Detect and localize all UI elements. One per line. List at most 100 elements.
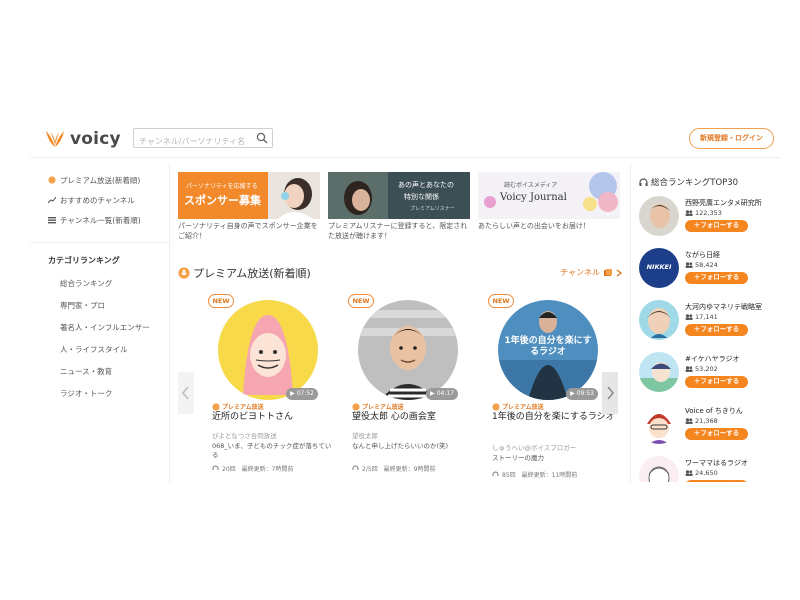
- headphones-icon: [492, 471, 499, 476]
- voicy-journal-banner-caption: あたらしい声との出会いをお届け！: [478, 222, 590, 230]
- ranking-avatar: [639, 456, 679, 482]
- follow-button[interactable]: ＋フォローする: [685, 376, 748, 388]
- program-meta: 2/5回 最終更新：9時間前: [352, 464, 435, 473]
- ranking-channel-name[interactable]: 大河内ゆマネリテ戦略室: [685, 302, 762, 312]
- premium-icon: [178, 267, 190, 279]
- premium-listener-line3: プレミアムリスナー: [410, 206, 455, 212]
- premium-tag: プレミアム放送: [212, 402, 264, 411]
- premium-tag: プレミアム放送: [492, 402, 544, 411]
- ranking-item[interactable]: Voice of ちきりん 21,368 ＋フォローする: [639, 404, 779, 452]
- program-thumbnail: [218, 300, 318, 400]
- duration-text: 04:17: [436, 390, 454, 397]
- premium-icon: [492, 402, 500, 411]
- channel-link[interactable]: チャンネル: [560, 267, 622, 278]
- carousel-prev-button[interactable]: [178, 372, 194, 414]
- users-icon: [685, 210, 693, 216]
- follow-button[interactable]: ＋フォローする: [685, 272, 748, 284]
- sponsor-banner[interactable]: パーソナリティを応援する スポンサー募集: [178, 172, 320, 219]
- premium-tag-label: プレミアム放送: [222, 404, 264, 411]
- program-author[interactable]: ぴよとなつさ合同放送: [212, 430, 277, 440]
- voicy-logo[interactable]: voicy: [44, 129, 121, 149]
- program-title[interactable]: 1年後の自分を楽にするラジオ: [492, 411, 616, 423]
- ranking-channel-name[interactable]: Voice of ちきりん: [685, 406, 743, 416]
- program-description: ストーリーの魔力: [492, 454, 544, 462]
- program-title[interactable]: 近所のピヨトトさん: [212, 411, 336, 423]
- follower-count-text: 53,202: [695, 365, 718, 373]
- follower-count-text: 17,141: [695, 313, 718, 321]
- nav-channel-list[interactable]: チャンネル一覧(新着順): [48, 212, 141, 228]
- list-icon: [48, 217, 56, 224]
- ranking-item[interactable]: 西野亮廣エンタメ研究所 122,353 ＋フォローする: [639, 196, 779, 244]
- program-thumbnail: 1年後の自分を楽にするラジオ: [498, 300, 598, 400]
- program-title[interactable]: 望役太郎 心の画会室: [352, 411, 476, 423]
- logo-text: voicy: [70, 129, 121, 149]
- nav-premium-label: プレミアム放送(新着順): [60, 175, 141, 185]
- program-meta: 20回 最終更新：7時間前: [212, 464, 293, 473]
- signup-login-button[interactable]: 新規登録・ログイン: [689, 128, 774, 149]
- follow-button[interactable]: ＋フォローする: [685, 324, 748, 336]
- ranking-heading-text: 総合ランキングTOP30: [651, 178, 739, 188]
- follower-count-text: 24,650: [695, 469, 718, 477]
- premium-listener-banner[interactable]: あの声とあなたの 特別な関係 プレミアムリスナー: [328, 172, 470, 219]
- new-badge: NEW: [488, 294, 514, 308]
- new-badge: NEW: [348, 294, 374, 308]
- category-item[interactable]: 総合ランキング: [60, 278, 112, 289]
- program-description: 068_いま、子どものチック症が落ちている: [212, 442, 332, 459]
- ranking-item[interactable]: NIKKEI ながら日経 58,424 ＋フォローする: [639, 248, 779, 296]
- program-thumbnail: [358, 300, 458, 400]
- nav-premium[interactable]: プレミアム放送(新着順): [48, 172, 140, 188]
- ranking-channel-name[interactable]: ワーママはるラジオ: [685, 458, 748, 468]
- follower-count: 24,650: [685, 469, 718, 477]
- ranking-sidebar: 総合ランキングTOP30 西野亮廣エンタメ研究所 122,353 ＋フォローする…: [630, 164, 780, 482]
- follow-button[interactable]: ＋フォローする: [685, 428, 748, 440]
- nav-recommended-label: おすすめのチャンネル: [60, 195, 135, 205]
- ranking-channel-name[interactable]: 西野亮廣エンタメ研究所: [685, 198, 762, 208]
- category-item[interactable]: ラジオ・トーク: [60, 388, 112, 399]
- carousel-next-button[interactable]: [602, 372, 618, 414]
- premium-tag: プレミアム放送: [352, 402, 404, 411]
- program-description: なんと申し上げたらいいのか(笑): [352, 442, 449, 450]
- ranking-avatar: [639, 404, 679, 444]
- ranking-avatar: NIKKEI: [639, 248, 679, 288]
- premium-tag-label: プレミアム放送: [502, 404, 544, 411]
- users-icon: [685, 366, 693, 372]
- premium-icon: [48, 176, 56, 184]
- duration-text: 07:52: [296, 390, 314, 397]
- site-header: voicy 新規登録・ログイン: [30, 120, 780, 158]
- ranking-channel-name[interactable]: #イケハヤラジオ: [685, 354, 739, 364]
- category-item[interactable]: ニュース・教育: [60, 366, 112, 377]
- headphones-icon: [212, 465, 219, 470]
- program-meta: 85回 最終更新：11時間前: [492, 470, 577, 479]
- nav-recommended[interactable]: おすすめのチャンネル: [48, 192, 135, 208]
- program-card[interactable]: NEW ▶ 07:52 プレミアム放送 近所のピヨトトさん ぴよとなつさ合同放送: [208, 294, 332, 482]
- category-item[interactable]: 著名人・インフルエンサー: [60, 322, 150, 333]
- headphones-icon: [352, 465, 359, 470]
- program-author[interactable]: しゅうへい@ボイスブロガー: [492, 442, 576, 452]
- thumbnail-caption: 1年後の自分を楽にするラジオ: [504, 336, 592, 357]
- program-card[interactable]: NEW ▶ 04:17 プレミアム放送 望役太郎 心の画会室 望役太郎 なんと申…: [348, 294, 472, 482]
- category-item[interactable]: 専門家・プロ: [60, 300, 105, 311]
- search-input[interactable]: [134, 132, 252, 151]
- ranking-channel-name[interactable]: ながら日経: [685, 250, 720, 260]
- main-content: パーソナリティを応援する スポンサー募集 パーソナリティ自身の声でスポンサー企業…: [178, 172, 622, 482]
- duration-badge: ▶ 04:17: [426, 388, 458, 400]
- program-meta-text: 2/5回 最終更新：9時間前: [362, 466, 436, 473]
- nikkei-logo-text: NIKKEI: [646, 263, 672, 271]
- premium-listener-banner-caption: プレミアムリスナーに登録すると、限定された放送が聴けます！: [328, 222, 468, 240]
- ranking-item[interactable]: ワーママはるラジオ 24,650 ＋フォローする: [639, 456, 779, 482]
- program-card[interactable]: NEW 1年後の自分を楽にするラジオ ▶ 09:53 プレミアム放送 1年後の自…: [488, 294, 615, 482]
- duration-badge: ▶ 07:52: [286, 388, 318, 400]
- follow-button[interactable]: ＋フォローする: [685, 220, 748, 232]
- ranking-item[interactable]: 大河内ゆマネリテ戦略室 17,141 ＋フォローする: [639, 300, 779, 348]
- premium-icon: [352, 402, 360, 411]
- follow-button[interactable]: ＋フォローする: [685, 480, 748, 482]
- follower-count: 17,141: [685, 313, 718, 321]
- program-author[interactable]: 望役太郎: [352, 430, 378, 440]
- voicy-journal-banner[interactable]: 読むボイスメディア Voicy Journal: [478, 172, 620, 219]
- category-item[interactable]: 人・ライフスタイル: [60, 344, 128, 355]
- channel-link-label: チャンネル: [560, 268, 600, 277]
- ranking-item[interactable]: #イケハヤラジオ 53,202 ＋フォローする: [639, 352, 779, 400]
- search-icon[interactable]: [256, 132, 268, 144]
- book-icon: [604, 268, 612, 276]
- premium-section-title: プレミアム放送(新着順): [178, 265, 311, 281]
